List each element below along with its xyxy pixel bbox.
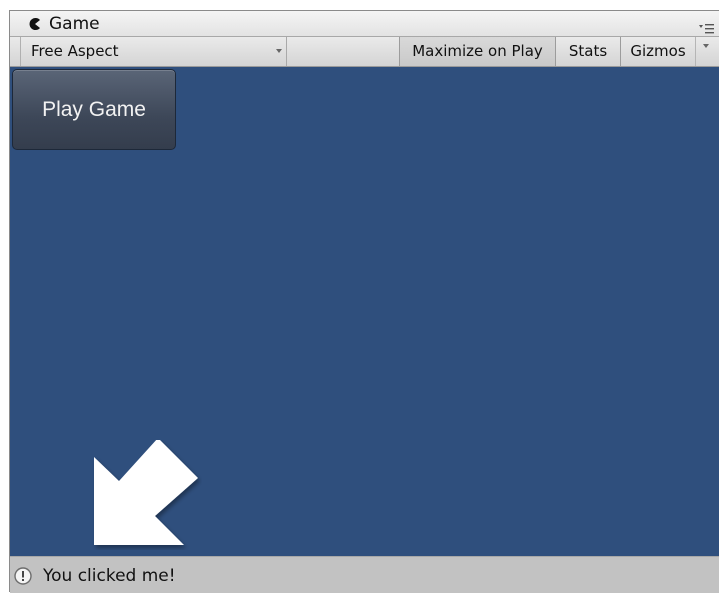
chevron-down-icon <box>276 49 282 53</box>
gizmos-dropdown-icon[interactable] <box>703 44 709 48</box>
tab-menu-icon[interactable] <box>699 23 715 35</box>
maximize-on-play-toggle[interactable]: Maximize on Play <box>399 37 556 66</box>
game-viewport[interactable]: Play Game <box>10 67 719 556</box>
window-tab-bar: Game <box>10 11 719 37</box>
pacman-game-icon <box>29 18 40 31</box>
status-bar: You clicked me! <box>10 556 719 593</box>
tab-title[interactable]: Game <box>49 15 100 33</box>
arrow-down-left-icon <box>94 440 198 545</box>
stats-label: Stats <box>568 42 608 60</box>
info-icon <box>14 567 32 585</box>
gizmos-toggle[interactable]: Gizmos <box>621 37 696 66</box>
game-toolbar: Free Aspect Maximize on Play Stats Gizmo… <box>10 37 719 67</box>
play-game-button[interactable]: Play Game <box>12 69 176 150</box>
status-message: You clicked me! <box>43 566 176 586</box>
aspect-dropdown[interactable]: Free Aspect <box>20 37 286 66</box>
gizmos-label: Gizmos <box>630 42 686 60</box>
toolbar-divider <box>286 37 287 66</box>
aspect-dropdown-label: Free Aspect <box>31 42 119 60</box>
maximize-on-play-label: Maximize on Play <box>412 42 543 60</box>
game-window: Game Free Aspect Maximize on Play Stats … <box>9 10 719 593</box>
stats-toggle[interactable]: Stats <box>556 37 621 66</box>
